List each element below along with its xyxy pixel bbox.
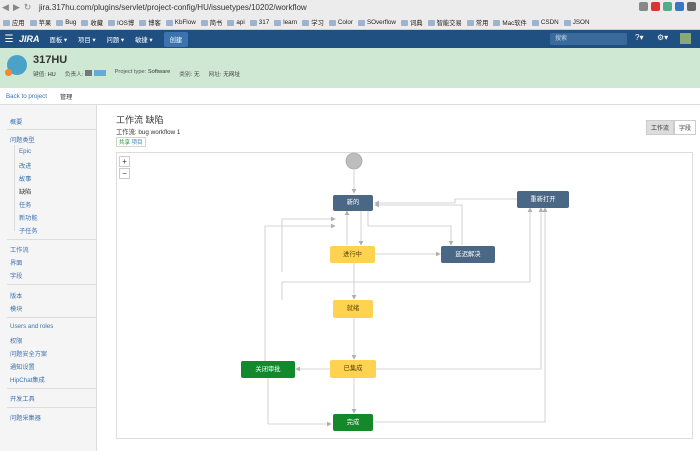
workflow-start-node — [345, 152, 363, 170]
transition-line — [374, 202, 463, 245]
zoom-out-button[interactable]: − — [119, 168, 130, 179]
zoom-in-button[interactable]: + — [119, 156, 130, 167]
status-new[interactable]: 新的 — [333, 195, 373, 211]
status-delayed[interactable]: 延迟解决 — [441, 246, 495, 263]
status-integrated[interactable]: 已集成 — [330, 360, 376, 378]
transition-line — [375, 207, 544, 370]
workflow-transitions — [264, 152, 548, 427]
status-in-progress[interactable]: 进行中 — [330, 246, 375, 263]
transition-line — [281, 216, 336, 272]
status-closed-review[interactable]: 关闭审批 — [241, 361, 295, 378]
transition-line — [374, 198, 517, 206]
status-done[interactable]: 完成 — [333, 414, 373, 431]
transition-line — [367, 211, 454, 246]
transition-line — [375, 207, 548, 423]
transition-line — [267, 378, 332, 427]
status-ready[interactable]: 就绪 — [333, 300, 373, 318]
status-reopened[interactable]: 重新打开 — [517, 191, 569, 208]
zoom-controls: + − — [119, 156, 130, 180]
transition-line — [264, 223, 336, 361]
